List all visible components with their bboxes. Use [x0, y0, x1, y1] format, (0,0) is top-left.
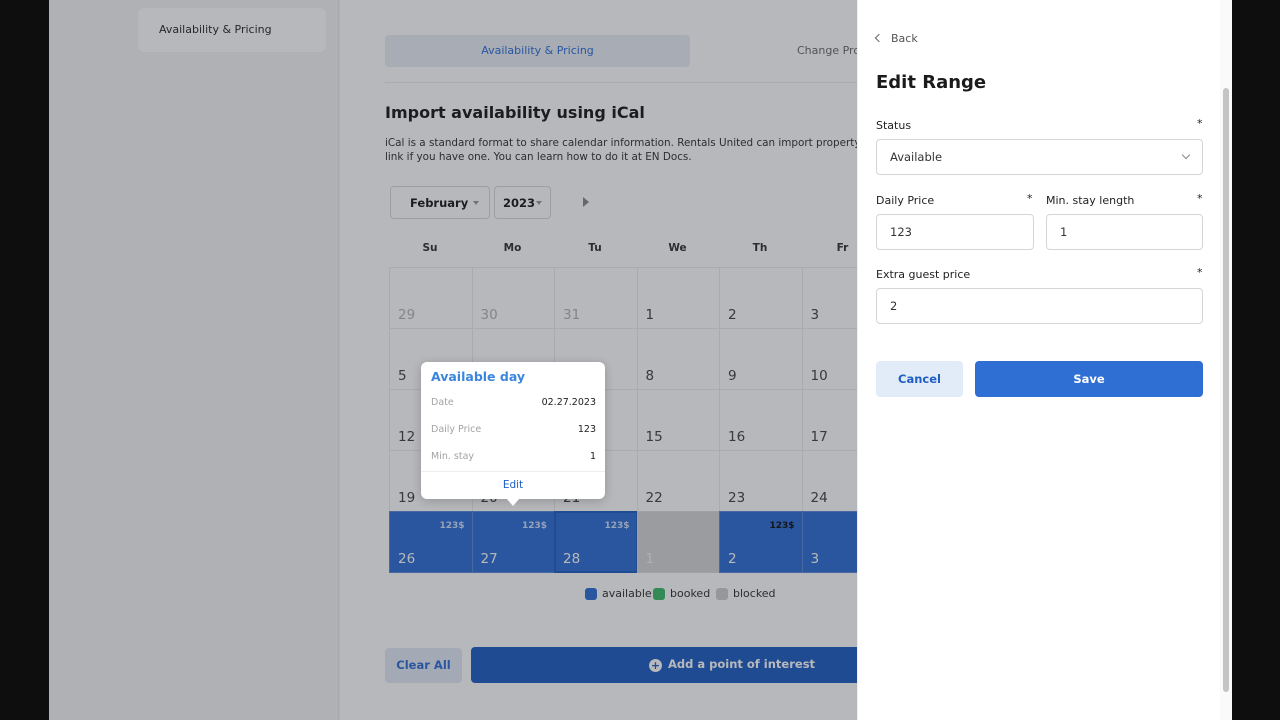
daily-price-input[interactable]: 123: [876, 214, 1034, 250]
save-button[interactable]: Save: [975, 361, 1203, 397]
status-select[interactable]: Available: [876, 139, 1203, 175]
back-button[interactable]: Back: [874, 32, 918, 45]
min-stay-value: 1: [1060, 225, 1068, 239]
popover-value: 02.27.2023: [541, 397, 596, 408]
daily-price-label: Daily Price: [876, 194, 935, 207]
required-asterisk: *: [1197, 117, 1203, 130]
popover-row-daily-price: Daily Price 123: [431, 424, 596, 438]
extra-guest-price-value: 2: [890, 299, 898, 313]
edit-range-panel: Back Edit Range Status * Available Daily…: [857, 0, 1232, 720]
status-value: Available: [890, 150, 943, 164]
status-label: Status: [876, 119, 912, 132]
required-asterisk: *: [1197, 266, 1203, 279]
extra-guest-price-label: Extra guest price: [876, 268, 971, 281]
popover-row-min-stay: Min. stay 1: [431, 451, 596, 465]
panel-scrollbar-thumb[interactable]: [1223, 88, 1229, 692]
chevron-left-icon: [874, 33, 884, 43]
extra-guest-price-input[interactable]: 2: [876, 288, 1203, 324]
popover-value: 123: [577, 424, 596, 435]
popover-value: 1: [589, 451, 596, 462]
back-label: Back: [891, 32, 918, 45]
min-stay-input[interactable]: 1: [1046, 214, 1203, 250]
required-asterisk: *: [1027, 192, 1033, 205]
available-day-popover: Available day Date 02.27.2023 Daily Pric…: [421, 362, 605, 499]
popover-divider: [421, 471, 605, 472]
popover-title: Available day: [431, 369, 526, 384]
popover-arrow: [506, 498, 520, 506]
popover-label: Daily Price: [431, 424, 482, 435]
popover-label: Date: [431, 397, 454, 408]
cancel-button[interactable]: Cancel: [876, 361, 963, 397]
required-asterisk: *: [1197, 192, 1203, 205]
daily-price-value: 123: [890, 225, 912, 239]
popover-label: Min. stay: [431, 451, 475, 462]
chevron-down-icon: [1181, 150, 1191, 160]
popover-row-date: Date 02.27.2023: [431, 397, 596, 411]
popover-edit-link[interactable]: Edit: [421, 479, 605, 491]
panel-title: Edit Range: [876, 72, 987, 93]
min-stay-label: Min. stay length: [1046, 194, 1135, 207]
